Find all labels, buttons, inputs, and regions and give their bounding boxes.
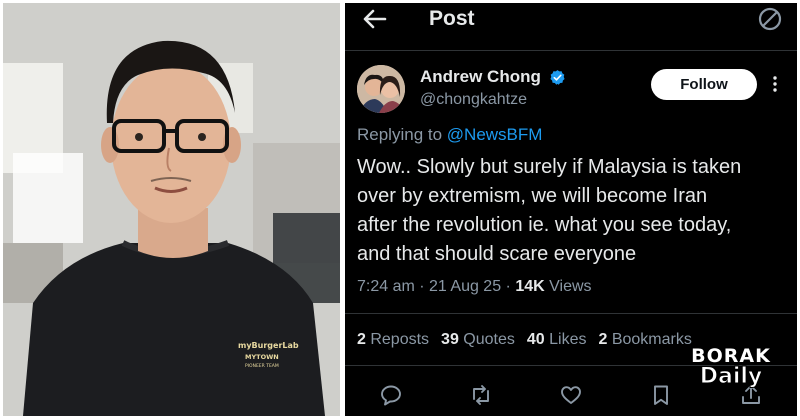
post-text: Wow.. Slowly but surely if Malaysia is t… <box>357 153 793 269</box>
post-text-line: after the revolution ie. what you see to… <box>357 214 732 236</box>
reposts-stat[interactable]: 2 Reposts <box>357 331 429 348</box>
divider <box>345 313 797 314</box>
likes-count: 40 <box>526 331 545 348</box>
quotes-label: Quotes <box>458 331 515 348</box>
watermark-line1: BORAK <box>691 345 771 367</box>
post-time[interactable]: 7:24 am <box>357 278 415 295</box>
bookmark-icon[interactable] <box>649 383 673 407</box>
shirt-print-line2: MYTOWN <box>245 353 279 361</box>
post-text-line: and that should scare everyone <box>357 243 637 265</box>
reposts-count: 2 <box>357 331 366 348</box>
repost-icon[interactable] <box>469 383 493 407</box>
engagement-stats: 2 Reposts 39 Quotes 40 Likes 2 Bookmarks <box>357 331 692 349</box>
author-handle[interactable]: @chongkahtze <box>420 91 527 109</box>
reply-icon[interactable] <box>379 383 403 407</box>
shirt-print-line3: PIONEER TEAM <box>245 363 279 369</box>
follow-button[interactable]: Follow <box>651 69 757 100</box>
post-meta: 7:24 am · 21 Aug 25 · 14K Views <box>357 278 592 296</box>
post-text-line: over by extremism, we will become Iran <box>357 185 708 207</box>
views-count: 14K <box>515 278 545 295</box>
likes-stat[interactable]: 40 Likes <box>527 331 587 348</box>
back-arrow-icon[interactable] <box>363 9 387 29</box>
mention-link[interactable]: @NewsBFM <box>447 125 543 144</box>
portrait-illustration: myBurgerLab MYTOWN PIONEER TEAM <box>3 3 340 416</box>
verified-badge-icon <box>550 70 565 85</box>
avatar-photo <box>357 65 405 113</box>
likes-label: Likes <box>544 331 587 348</box>
reposts-label: Reposts <box>365 331 430 348</box>
replying-to-prefix: Replying to <box>357 125 447 144</box>
bookmarks-stat[interactable]: 2 Bookmarks <box>598 331 691 348</box>
meta-separator: · <box>414 278 430 295</box>
author-name[interactable]: Andrew Chong <box>420 67 541 87</box>
watermark-logo: BORAK Daily <box>681 346 781 388</box>
watermark-line2: Daily <box>699 364 763 389</box>
quotes-stat[interactable]: 39 Quotes <box>441 331 515 348</box>
meta-separator: · <box>501 278 516 295</box>
post-topbar: Post <box>345 3 797 35</box>
replying-to: Replying to @NewsBFM <box>357 125 542 145</box>
more-options-icon[interactable] <box>772 75 778 93</box>
shirt-print-line1: myBurgerLab <box>238 341 299 350</box>
bookmarks-label: Bookmarks <box>607 331 692 348</box>
avatar[interactable] <box>357 65 405 113</box>
views-label: Views <box>544 278 592 295</box>
portrait-photo: myBurgerLab MYTOWN PIONEER TEAM <box>3 3 340 416</box>
post-text-line: Wow.. Slowly but surely if Malaysia is t… <box>357 156 742 178</box>
post-date[interactable]: 21 Aug 25 <box>429 278 501 295</box>
page-title: Post <box>429 7 475 30</box>
like-icon[interactable] <box>559 383 583 407</box>
divider <box>345 50 797 51</box>
no-entry-icon[interactable] <box>757 6 783 32</box>
quotes-count: 39 <box>441 331 459 348</box>
post-panel: Post Andrew Chong @chongkahtze Follow Re… <box>345 3 797 416</box>
